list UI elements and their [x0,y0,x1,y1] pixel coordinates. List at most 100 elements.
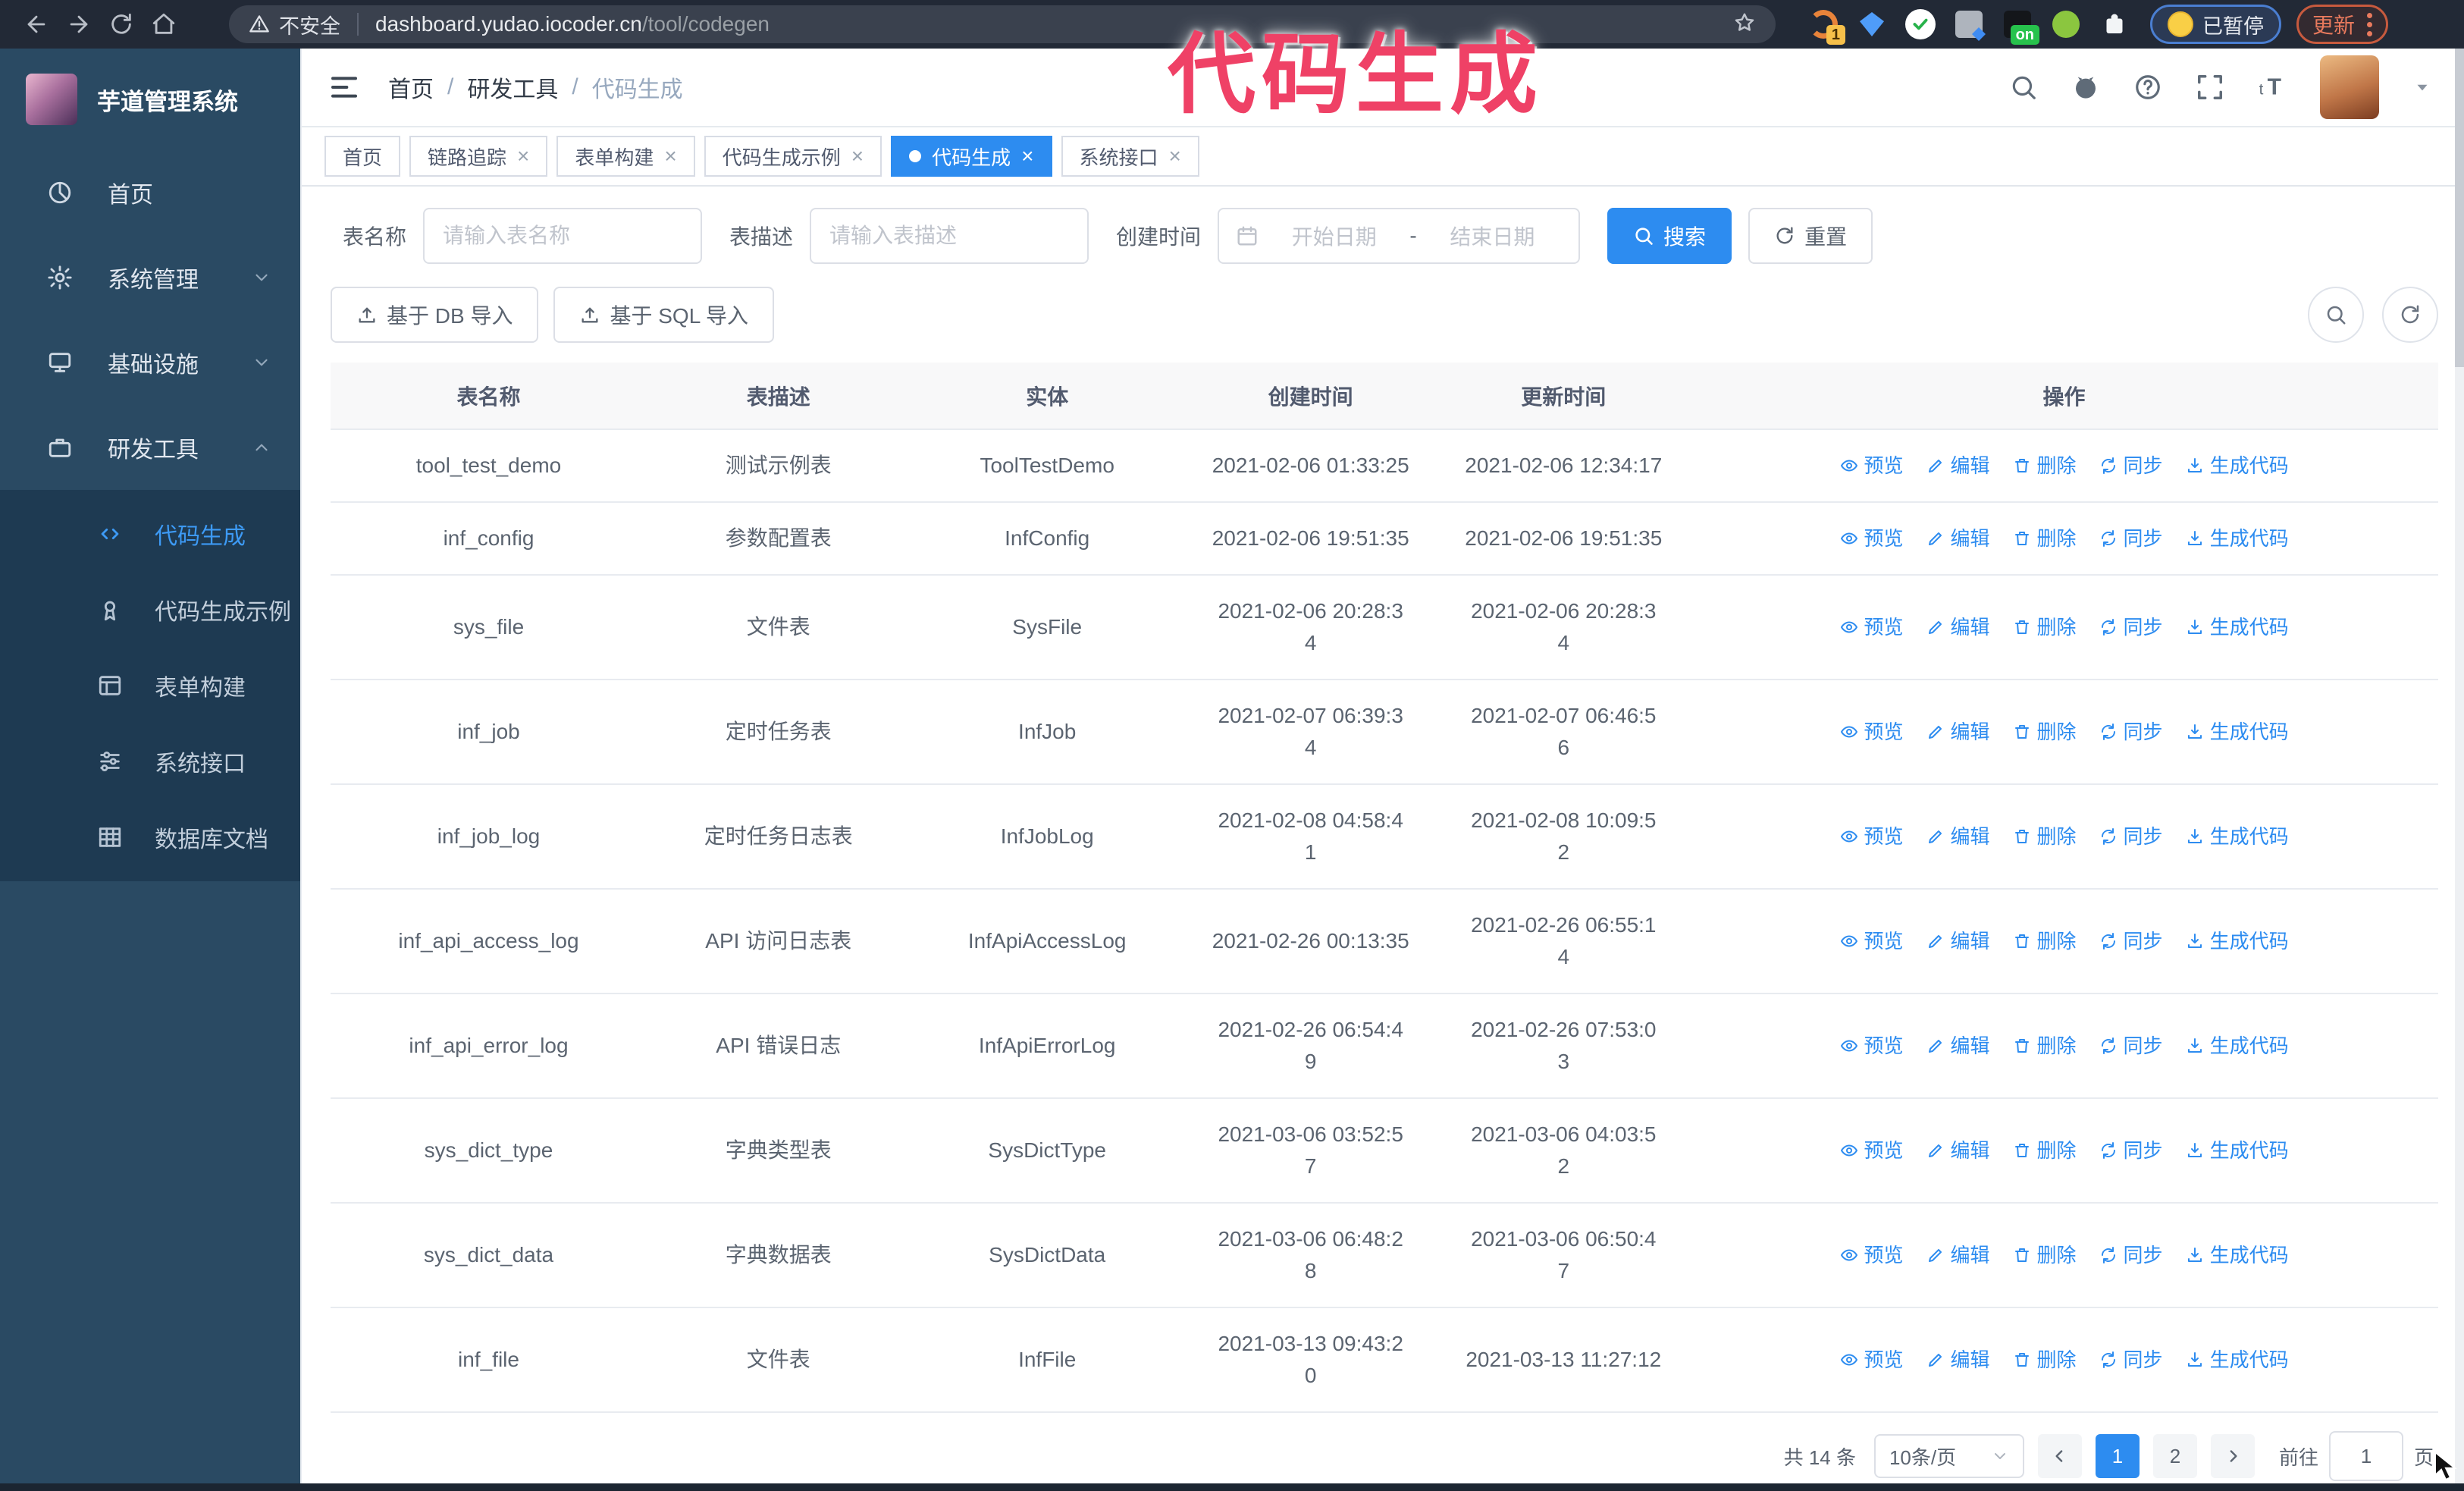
toggle-search-button[interactable] [2308,287,2364,343]
tab-close-icon[interactable]: × [664,146,676,167]
page-button-1[interactable]: 1 [2095,1434,2140,1478]
extension-check-icon[interactable] [1904,8,1936,40]
action-编辑[interactable]: 编辑 [1926,822,1990,852]
action-编辑[interactable]: 编辑 [1926,1136,1990,1166]
action-删除[interactable]: 删除 [2013,524,2077,554]
tab-系统接口[interactable]: 系统接口 × [1061,136,1199,177]
browser-update-button[interactable]: 更新 [2296,5,2389,44]
action-生成代码[interactable]: 生成代码 [2186,717,2289,747]
github-icon[interactable] [2071,73,2100,102]
action-删除[interactable]: 删除 [2013,717,2077,747]
action-生成代码[interactable]: 生成代码 [2186,524,2289,554]
action-同步[interactable]: 同步 [2099,717,2163,747]
breadcrumb-item-1[interactable]: 首页 [388,71,434,104]
goto-page-input[interactable] [2328,1431,2403,1481]
forward-icon[interactable] [58,6,100,42]
action-删除[interactable]: 删除 [2013,613,2077,642]
search-button[interactable]: 搜索 [1607,208,1732,264]
action-删除[interactable]: 删除 [2013,927,2077,956]
action-预览[interactable]: 预览 [1840,717,1904,747]
page-size-select[interactable]: 10条/页 [1873,1434,2024,1478]
action-同步[interactable]: 同步 [2099,524,2163,554]
start-date-placeholder[interactable]: 开始日期 [1265,221,1403,251]
sidebar-subitem-系统接口[interactable]: 系统接口 [0,724,300,799]
action-同步[interactable]: 同步 [2099,927,2163,956]
sidebar-subitem-代码生成[interactable]: 代码生成 [0,496,300,572]
tab-表单构建[interactable]: 表单构建 × [556,136,695,177]
bookmark-star-icon[interactable] [1733,11,1756,38]
extension-grid-icon[interactable] [1953,8,1985,40]
tab-close-icon[interactable]: × [1021,146,1033,167]
action-删除[interactable]: 删除 [2013,451,2077,481]
reset-button[interactable]: 重置 [1748,208,1873,264]
tab-close-icon[interactable]: × [1169,146,1181,167]
date-range-picker[interactable]: 开始日期 - 结束日期 [1218,208,1581,264]
security-warning[interactable]: 不安全 [249,10,340,39]
tab-链路追踪[interactable]: 链路追踪 × [409,136,548,177]
action-编辑[interactable]: 编辑 [1926,927,1990,956]
action-同步[interactable]: 同步 [2099,1031,2163,1061]
tab-close-icon[interactable]: × [851,146,864,167]
tab-代码生成示例[interactable]: 代码生成示例 × [704,136,882,177]
import-db-button[interactable]: 基于 DB 导入 [331,287,539,343]
action-预览[interactable]: 预览 [1840,451,1904,481]
action-同步[interactable]: 同步 [2099,822,2163,852]
action-同步[interactable]: 同步 [2099,613,2163,642]
scrollbar-thumb[interactable] [2455,49,2464,367]
action-删除[interactable]: 删除 [2013,1345,2077,1375]
hamburger-icon[interactable] [329,72,359,102]
extensions-puzzle-icon[interactable] [2099,8,2130,40]
table-desc-input[interactable] [810,208,1089,264]
action-删除[interactable]: 删除 [2013,1241,2077,1270]
action-预览[interactable]: 预览 [1840,1241,1904,1270]
action-预览[interactable]: 预览 [1840,1031,1904,1061]
action-删除[interactable]: 删除 [2013,1136,2077,1166]
extension-dark-icon[interactable]: on [2002,8,2039,45]
action-预览[interactable]: 预览 [1840,927,1904,956]
action-删除[interactable]: 删除 [2013,1031,2077,1061]
address-bar[interactable]: 不安全 dashboard.yudao.iocoder.cn/tool/code… [229,5,1776,43]
search-icon[interactable] [2009,73,2038,102]
profile-paused-badge[interactable]: 已暂停 [2150,5,2281,44]
action-预览[interactable]: 预览 [1840,1136,1904,1166]
action-生成代码[interactable]: 生成代码 [2186,1345,2289,1375]
extension-gem-icon[interactable] [1856,8,1888,40]
fullscreen-icon[interactable] [2196,73,2224,102]
extension-orange-icon[interactable]: 1 [1807,8,1845,45]
extension-green-icon[interactable] [2050,8,2082,40]
prev-page-button[interactable] [2037,1434,2082,1478]
action-同步[interactable]: 同步 [2099,1241,2163,1270]
sidebar-subitem-代码生成示例[interactable]: 代码生成示例 [0,572,300,648]
action-预览[interactable]: 预览 [1840,822,1904,852]
tab-代码生成[interactable]: 代码生成 × [891,136,1052,177]
action-编辑[interactable]: 编辑 [1926,1031,1990,1061]
action-预览[interactable]: 预览 [1840,1345,1904,1375]
action-生成代码[interactable]: 生成代码 [2186,1031,2289,1061]
action-同步[interactable]: 同步 [2099,1345,2163,1375]
action-生成代码[interactable]: 生成代码 [2186,822,2289,852]
action-编辑[interactable]: 编辑 [1926,613,1990,642]
action-生成代码[interactable]: 生成代码 [2186,1241,2289,1270]
reload-icon[interactable] [100,6,143,42]
avatar-caret-down-icon[interactable] [2412,77,2432,97]
app-logo[interactable]: 芋道管理系统 [0,49,300,150]
action-编辑[interactable]: 编辑 [1926,451,1990,481]
browser-menu-icon[interactable] [2367,12,2373,36]
action-同步[interactable]: 同步 [2099,451,2163,481]
end-date-placeholder[interactable]: 结束日期 [1423,221,1562,251]
sidebar-subitem-数据库文档[interactable]: 数据库文档 [0,799,300,875]
help-icon[interactable] [2133,73,2162,102]
import-sql-button[interactable]: 基于 SQL 导入 [553,287,775,343]
font-size-icon[interactable]: tT [2258,73,2287,102]
home-icon[interactable] [143,6,185,42]
action-生成代码[interactable]: 生成代码 [2186,927,2289,956]
user-avatar[interactable] [2320,55,2379,119]
action-编辑[interactable]: 编辑 [1926,717,1990,747]
tab-首页[interactable]: 首页 [324,136,401,177]
sidebar-subitem-表单构建[interactable]: 表单构建 [0,648,300,724]
action-同步[interactable]: 同步 [2099,1136,2163,1166]
sidebar-item-基础设施[interactable]: 基础设施 [0,320,300,405]
action-编辑[interactable]: 编辑 [1926,524,1990,554]
sidebar-item-研发工具[interactable]: 研发工具 [0,405,300,490]
next-page-button[interactable] [2210,1434,2255,1478]
